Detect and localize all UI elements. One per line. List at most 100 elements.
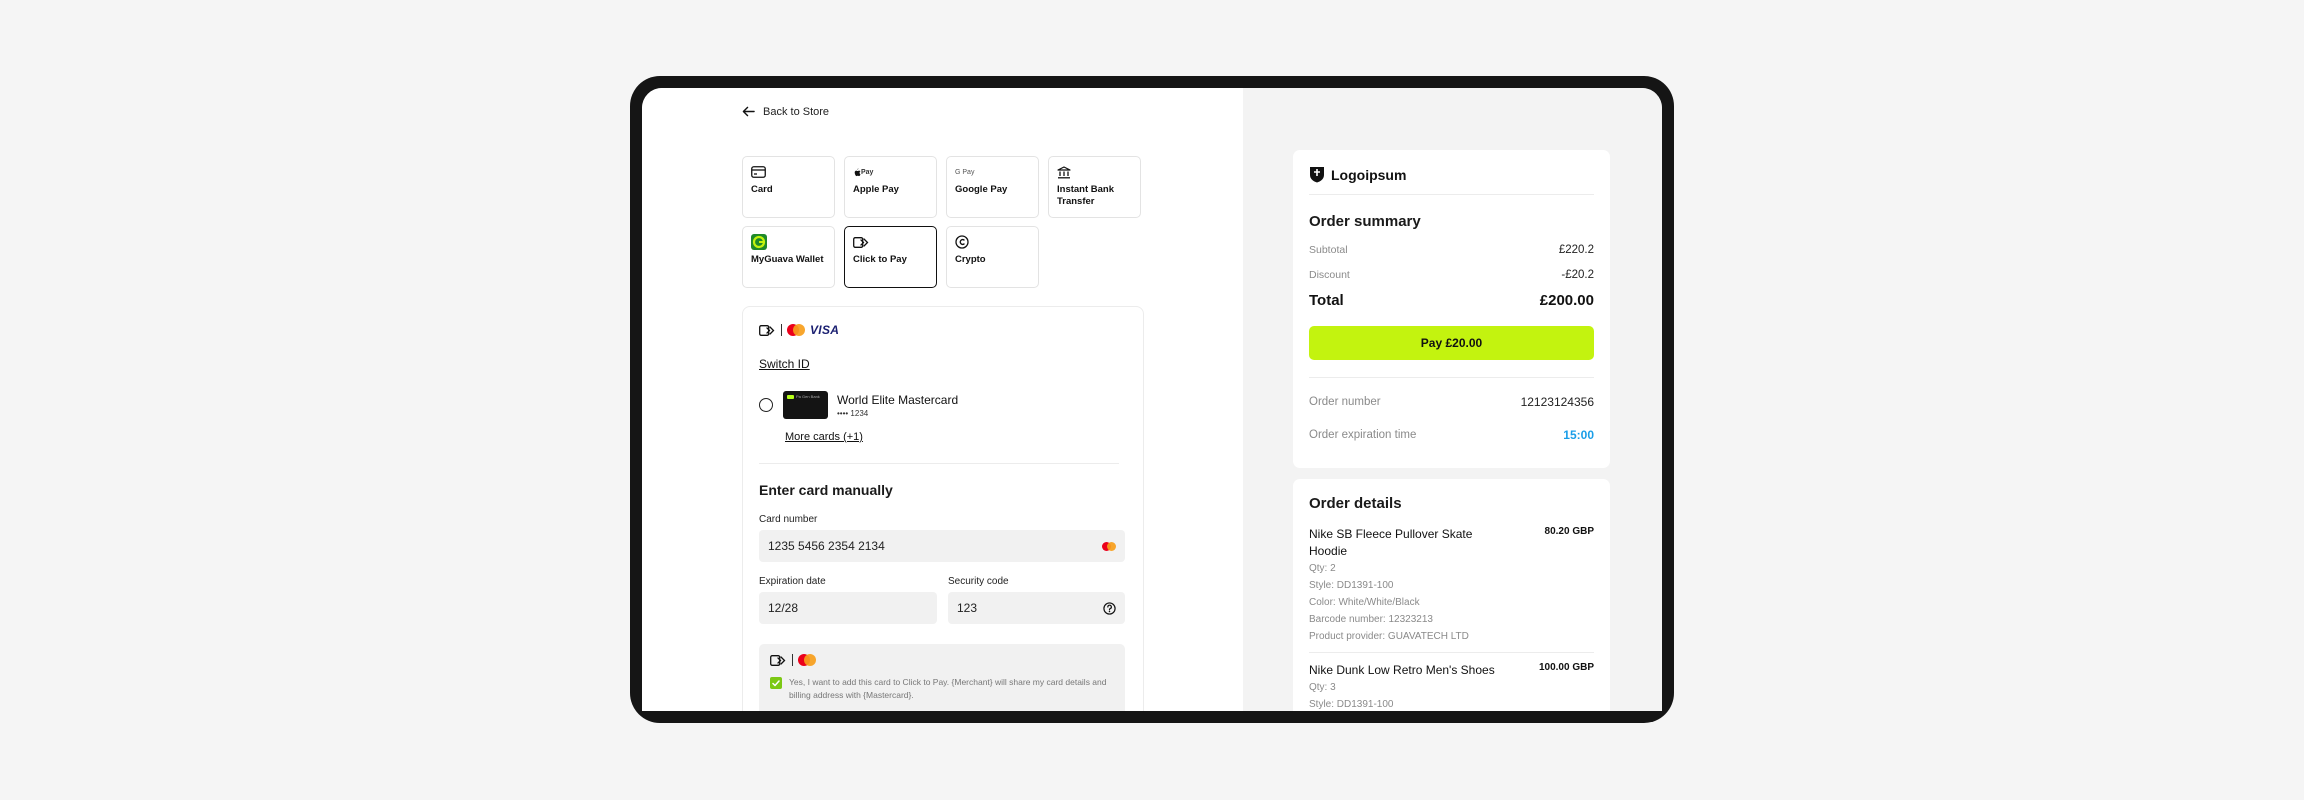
method-instant-bank-transfer[interactable]: Instant Bank Transfer bbox=[1048, 156, 1141, 218]
method-label: Click to Pay bbox=[853, 254, 907, 265]
item-barcode: Barcode number: 12323213 bbox=[1309, 614, 1433, 625]
switch-id-link[interactable]: Switch ID bbox=[759, 357, 810, 371]
checkout-screen: Back to Store Card Pay Apple Pay G Pay G… bbox=[642, 88, 1662, 711]
saved-card-option[interactable]: Pa Gen Bank World Elite Mastercard •••• … bbox=[759, 391, 958, 419]
method-apple-pay[interactable]: Pay Apple Pay bbox=[844, 156, 937, 218]
click-to-pay-icon bbox=[853, 236, 869, 248]
apple-pay-icon: Pay bbox=[853, 165, 928, 179]
visa-logo: VISA bbox=[810, 323, 840, 337]
back-label: Back to Store bbox=[763, 105, 830, 118]
card-number-input[interactable] bbox=[768, 539, 1102, 553]
item-name: Nike Dunk Low Retro Men's Shoes bbox=[1309, 663, 1495, 677]
subtotal-value: £220.2 bbox=[1558, 244, 1594, 256]
saved-card-radio[interactable] bbox=[759, 398, 773, 412]
item-qty: Qty: 2 bbox=[1309, 563, 1336, 574]
subtotal-row: Subtotal £220.2 bbox=[1309, 244, 1594, 256]
expiration-date-field[interactable] bbox=[759, 592, 937, 624]
google-pay-mark: G Pay bbox=[955, 168, 975, 176]
list-item: Nike SB Fleece Pullover Skate Hoodie 80.… bbox=[1309, 526, 1594, 645]
method-label: Crypto bbox=[955, 254, 986, 265]
card-thumbnail: Pa Gen Bank bbox=[783, 391, 828, 419]
consent-checkbox[interactable] bbox=[770, 677, 782, 689]
security-code-input[interactable] bbox=[957, 601, 1103, 615]
more-cards-link[interactable]: More cards (+1) bbox=[785, 431, 863, 443]
card-number-field[interactable] bbox=[759, 530, 1125, 562]
order-summary-title: Order summary bbox=[1309, 213, 1421, 230]
mastercard-icon bbox=[798, 654, 816, 666]
back-to-store-link[interactable]: Back to Store bbox=[742, 105, 829, 118]
method-label: Instant Bank Transfer bbox=[1057, 184, 1115, 207]
click-to-pay-icon bbox=[770, 654, 786, 666]
list-item: Nike Dunk Low Retro Men's Shoes 100.00 G… bbox=[1309, 662, 1594, 711]
separator bbox=[792, 654, 793, 666]
tablet-frame: Back to Store Card Pay Apple Pay G Pay G… bbox=[630, 76, 1674, 723]
expiration-row: Order expiration time 15:00 bbox=[1309, 428, 1594, 442]
expiration-label: Order expiration time bbox=[1309, 429, 1417, 441]
method-card[interactable]: Card bbox=[742, 156, 835, 218]
payment-section: Back to Store Card Pay Apple Pay G Pay G… bbox=[642, 88, 1243, 711]
divider bbox=[759, 463, 1119, 464]
order-details-card: Order details Nike SB Fleece Pullover Sk… bbox=[1293, 479, 1610, 711]
payment-methods-grid: Card Pay Apple Pay G Pay Google Pay Inst… bbox=[742, 156, 1142, 288]
click-to-pay-panel: VISA Switch ID Pa Gen Bank World Elite M… bbox=[742, 306, 1144, 711]
item-provider: Product provider: GUAVATECH LTD bbox=[1309, 631, 1469, 642]
discount-label: Discount bbox=[1309, 269, 1350, 281]
item-style: Style: DD1391-100 bbox=[1309, 580, 1394, 591]
security-code-label: Security code bbox=[948, 576, 1009, 587]
item-style: Style: DD1391-100 bbox=[1309, 699, 1394, 710]
item-name: Nike SB Fleece Pullover Skate Hoodie bbox=[1309, 527, 1473, 558]
method-myguava-wallet[interactable]: MyGuava Wallet bbox=[742, 226, 835, 288]
method-crypto[interactable]: Crypto bbox=[946, 226, 1039, 288]
card-number-label: Card number bbox=[759, 514, 818, 525]
method-label: Google Pay bbox=[955, 184, 1008, 195]
method-label: MyGuava Wallet bbox=[751, 254, 824, 265]
mastercard-icon bbox=[1102, 541, 1116, 551]
discount-row: Discount -£20.2 bbox=[1309, 269, 1594, 281]
bank-icon bbox=[1057, 165, 1071, 178]
divider bbox=[1309, 652, 1594, 653]
bank-logo-icon bbox=[787, 395, 794, 399]
order-section: Logoipsum Order summary Subtotal £220.2 … bbox=[1243, 88, 1662, 711]
card-bank-name: Pa Gen Bank bbox=[796, 394, 820, 399]
order-number-row: Order number 12123124356 bbox=[1309, 395, 1594, 409]
order-summary-card: Logoipsum Order summary Subtotal £220.2 … bbox=[1293, 150, 1610, 468]
security-code-field[interactable] bbox=[948, 592, 1125, 624]
order-number-value: 12123124356 bbox=[1520, 395, 1594, 409]
crypto-icon bbox=[955, 235, 969, 249]
order-number-label: Order number bbox=[1309, 396, 1381, 408]
divider bbox=[1309, 377, 1594, 378]
total-value: £200.00 bbox=[1539, 292, 1594, 309]
c2p-consent-box: Yes, I want to add this card to Click to… bbox=[759, 644, 1125, 711]
separator bbox=[781, 324, 782, 336]
item-qty: Qty: 3 bbox=[1309, 682, 1336, 693]
help-icon[interactable] bbox=[1103, 601, 1116, 615]
expiration-date-input[interactable] bbox=[768, 601, 928, 615]
discount-value: -£20.2 bbox=[1561, 269, 1594, 281]
divider bbox=[1309, 194, 1594, 195]
click-to-pay-icon bbox=[759, 324, 775, 336]
subtotal-label: Subtotal bbox=[1309, 244, 1348, 256]
guava-wallet-icon bbox=[751, 234, 767, 250]
method-google-pay[interactable]: G Pay Google Pay bbox=[946, 156, 1039, 218]
pay-button[interactable]: Pay £20.00 bbox=[1309, 326, 1594, 360]
method-click-to-pay[interactable]: Click to Pay bbox=[844, 226, 937, 288]
consent-brand-logos bbox=[770, 654, 1114, 666]
consent-text: Yes, I want to add this card to Click to… bbox=[789, 677, 1107, 700]
total-label: Total bbox=[1309, 292, 1344, 309]
method-label: Card bbox=[751, 184, 773, 195]
apple-pay-mark: Pay bbox=[861, 168, 874, 176]
total-row: Total £200.00 bbox=[1309, 292, 1594, 309]
method-label: Apple Pay bbox=[853, 184, 899, 195]
check-icon bbox=[772, 679, 780, 686]
brand-logo: Logoipsum bbox=[1309, 166, 1594, 183]
brand-name: Logoipsum bbox=[1331, 166, 1407, 183]
saved-card-number: •••• 1234 bbox=[837, 408, 869, 418]
mastercard-icon bbox=[787, 324, 805, 336]
item-price: 80.20 GBP bbox=[1544, 526, 1594, 537]
card-icon bbox=[751, 166, 766, 178]
expiration-date-label: Expiration date bbox=[759, 576, 826, 587]
expiration-timer: 15:00 bbox=[1563, 428, 1594, 442]
manual-entry-title: Enter card manually bbox=[759, 482, 893, 498]
logoipsum-icon bbox=[1310, 167, 1324, 183]
order-details-title: Order details bbox=[1309, 495, 1402, 512]
